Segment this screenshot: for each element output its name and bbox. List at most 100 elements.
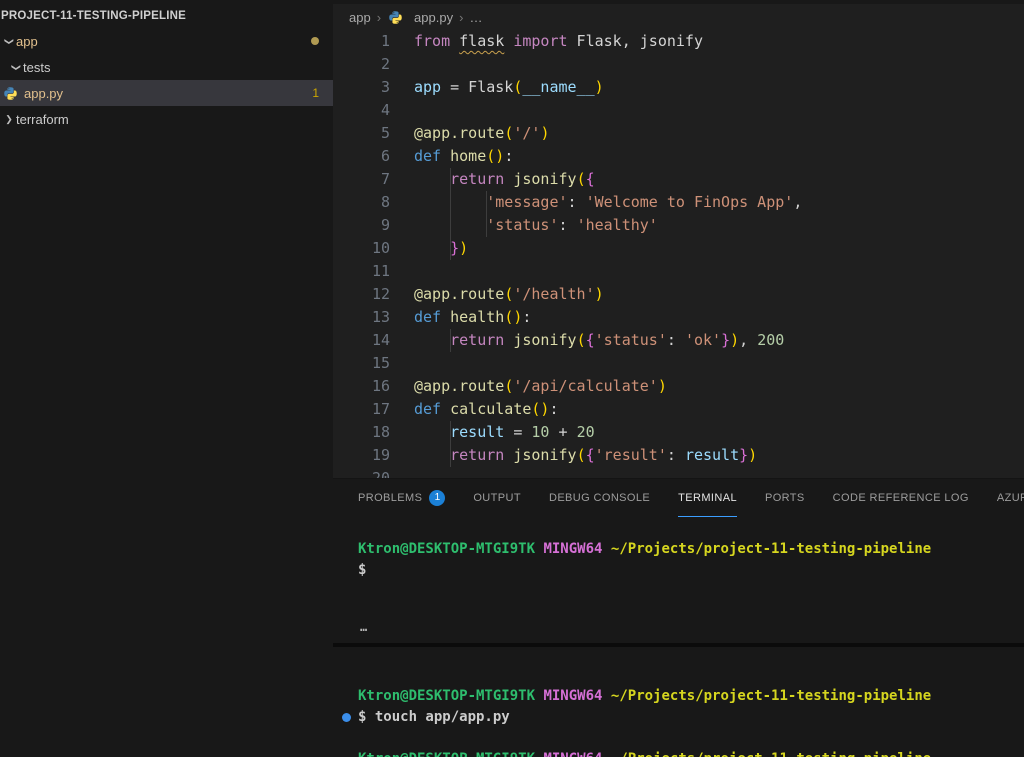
breadcrumb-label: … (469, 10, 482, 25)
code-line: 11 (333, 260, 1024, 283)
line-number: 17 (333, 398, 390, 421)
code-line: 12@app.route('/health') (333, 283, 1024, 306)
panel-tab-label: PROBLEMS (358, 492, 422, 504)
panel-tab-label: DEBUG CONSOLE (549, 492, 650, 504)
line-number: 19 (333, 444, 390, 467)
indent-guide (486, 191, 487, 214)
terminal-divider (333, 643, 1024, 647)
chevron-down-icon: ❯ (11, 60, 22, 74)
line-content: result = 10 + 20 (414, 421, 595, 444)
file-tree: ❯app❯testsapp.py1❯terraform (0, 28, 333, 132)
line-number: 5 (333, 122, 390, 145)
line-number: 20 (333, 467, 390, 478)
code-line: 1 from flask import Flask, jsonify (333, 30, 1024, 53)
line-number: 14 (333, 329, 390, 352)
code-line: 14 return jsonify({'status': 'ok'}), 200 (333, 329, 1024, 352)
breadcrumb-segment[interactable]: app (349, 10, 371, 25)
terminal-line: $ touch app/app.py (333, 707, 1024, 728)
editor-pane[interactable]: app›app.py›… 1from flask import Flask, j… (333, 0, 1024, 478)
panel-tab-label: PORTS (765, 492, 805, 504)
file-label: tests (23, 60, 50, 75)
line-content: @app.route('/health') (414, 283, 604, 306)
code-line: 9 'status': 'healthy' (333, 214, 1024, 237)
code-line: 10 }) (333, 237, 1024, 260)
line-number: 1 (333, 30, 390, 53)
line-content: return jsonify({'result': result}) (414, 444, 757, 467)
indent-guide (450, 191, 451, 214)
breadcrumb-segment[interactable]: … (469, 10, 482, 25)
indent-guide (450, 237, 451, 260)
code-line: 7 return jsonify({ (333, 168, 1024, 191)
code-line: 13def health(): (333, 306, 1024, 329)
terminal-block-2: Ktron@DESKTOP-MTGI9TK MINGW64 ~/Projects… (333, 686, 1024, 757)
terminal-line: Ktron@DESKTOP-MTGI9TK MINGW64 ~/Projects… (333, 686, 1024, 707)
panel-tab-problems[interactable]: PROBLEMS 1 (358, 479, 445, 517)
line-number: 18 (333, 421, 390, 444)
line-number: 2 (333, 53, 390, 76)
panel-tab-label: TERMINAL (678, 492, 737, 504)
line-content: 'status': 'healthy' (414, 214, 658, 237)
code-line: 5@app.route('/') (333, 122, 1024, 145)
line-number: 8 (333, 191, 390, 214)
breadcrumb-label: app.py (414, 10, 453, 25)
command-decoration-dot[interactable] (342, 713, 351, 722)
chevron-right-icon: ❯ (2, 114, 16, 125)
code-line: 15 (333, 352, 1024, 375)
chevron-down-icon: ❯ (4, 34, 15, 48)
terminal-line (333, 728, 1024, 749)
breadcrumb: app›app.py›… (333, 4, 1024, 30)
code-line: 18 result = 10 + 20 (333, 421, 1024, 444)
breadcrumb-separator-icon: › (377, 10, 381, 25)
tree-item-app[interactable]: ❯app (0, 28, 333, 54)
panel-tab-azure[interactable]: AZURE (997, 479, 1024, 517)
code-line: 16 @app.route('/api/calculate') (333, 375, 1024, 398)
line-number: 13 (333, 306, 390, 329)
indent-guide (450, 444, 451, 467)
line-content: @app.route('/api/calculate') (414, 375, 667, 398)
code-line: 3 app = Flask(__name__) (333, 76, 1024, 99)
panel-tab-label: CODE REFERENCE LOG (833, 492, 969, 504)
terminal-line: Ktron@DESKTOP-MTGI9TK MINGW64 ~/Projects… (333, 749, 1024, 757)
panel-tab-output[interactable]: OUTPUT (473, 479, 521, 517)
line-number: 11 (333, 260, 390, 283)
line-number: 6 (333, 145, 390, 168)
line-content: def calculate(): (414, 398, 559, 421)
code-line: 19 return jsonify({'result': result}) (333, 444, 1024, 467)
panel-tab-terminal[interactable]: TERMINAL (678, 479, 737, 517)
code-line: 8 'message': 'Welcome to FinOps App', (333, 191, 1024, 214)
line-number: 15 (333, 352, 390, 375)
line-number: 10 (333, 237, 390, 260)
indent-guide (486, 214, 487, 237)
terminal-block-1: Ktron@DESKTOP-MTGI9TK MINGW64 ~/Projects… (333, 539, 1024, 581)
tree-item-app.py[interactable]: app.py1 (0, 80, 333, 106)
problems-count-badge: 1 (429, 490, 445, 506)
tree-item-tests[interactable]: ❯tests (0, 54, 333, 80)
tree-item-terraform[interactable]: ❯terraform (0, 106, 333, 132)
code-line: 17 def calculate(): (333, 398, 1024, 421)
vscode-window: PROJECT-11-TESTING-PIPELINE ❯app❯testsap… (0, 0, 1024, 757)
terminal-ellipsis: … (333, 623, 1024, 637)
code-area[interactable]: 1 from flask import Flask, jsonify 23 app =… (333, 30, 1024, 478)
breadcrumb-label: app (349, 10, 371, 25)
line-content: }) (414, 237, 468, 260)
indent-guide (450, 168, 451, 191)
code-line: 6def home(): (333, 145, 1024, 168)
git-modified-dot (311, 37, 319, 45)
line-content: app = Flask(__name__) (414, 76, 604, 99)
line-number: 7 (333, 168, 390, 191)
terminal-line: $ (333, 560, 1024, 581)
line-number: 3 (333, 76, 390, 99)
panel-tabbar: PROBLEMS 1 OUTPUT DEBUG CONSOLE TERMINAL PORT… (333, 479, 1024, 517)
terminal[interactable]: Ktron@DESKTOP-MTGI9TK MINGW64 ~/Projects… (333, 539, 1024, 757)
panel-tab-debug-console[interactable]: DEBUG CONSOLE (549, 479, 650, 517)
panel-tab-code-reference-log[interactable]: CODE REFERENCE LOG (833, 479, 969, 517)
file-label: app (16, 34, 38, 49)
python-icon (387, 9, 403, 25)
breadcrumb-segment[interactable]: app.py (387, 9, 453, 25)
problem-count-badge: 1 (312, 86, 319, 100)
explorer-project-header[interactable]: PROJECT-11-TESTING-PIPELINE (0, 0, 333, 28)
indent-guide (450, 421, 451, 444)
line-content: from flask import Flask, jsonify (414, 30, 703, 53)
panel-tab-ports[interactable]: PORTS (765, 479, 805, 517)
line-number: 16 (333, 375, 390, 398)
